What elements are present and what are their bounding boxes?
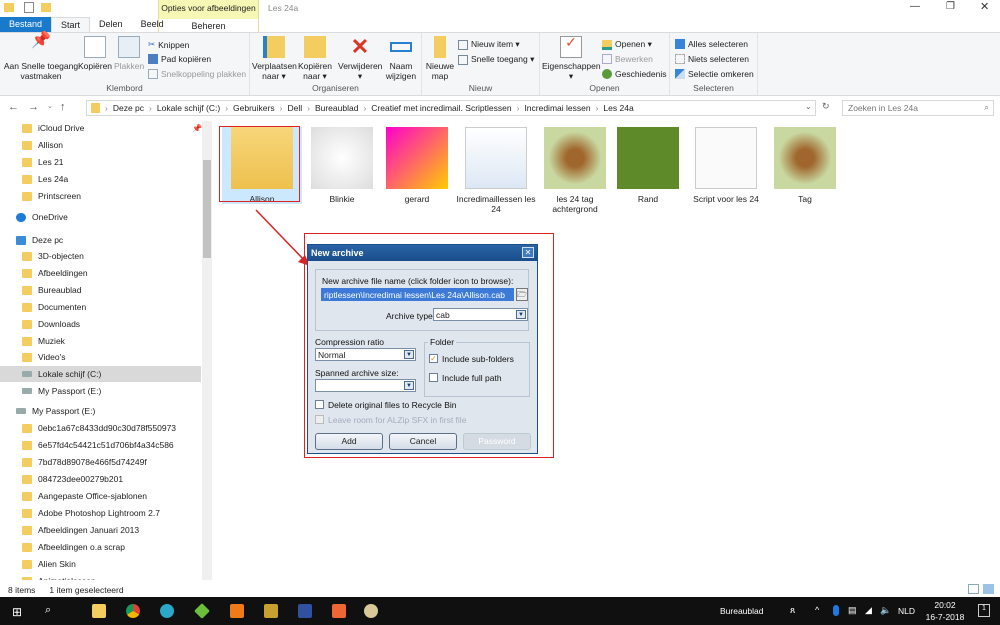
notifications-icon[interactable]: 1 — [978, 604, 990, 617]
dialog-close-button[interactable]: ✕ — [522, 247, 534, 258]
selection-count: 1 item geselecteerd — [49, 584, 124, 595]
taskbar: ⊞ ⌕ Bureaublad ጸ ^ ▤ ◢ 🔈 NLD 20:02 16-7-2… — [0, 597, 1000, 625]
app-icon[interactable] — [264, 604, 278, 618]
item-count: 8 items — [8, 584, 36, 595]
alzip-icon[interactable] — [364, 604, 378, 618]
network-icon[interactable]: ▤ — [848, 605, 857, 616]
include-full-path-label: Include full path — [442, 373, 502, 383]
delete-original-checkbox[interactable] — [315, 400, 324, 409]
folder-group — [424, 342, 530, 397]
chevron-down-icon: ▼ — [516, 310, 526, 319]
include-full-path-checkbox[interactable] — [429, 373, 438, 382]
details-view-icon[interactable] — [968, 584, 979, 594]
compression-ratio-label: Compression ratio — [315, 337, 384, 347]
search-icon[interactable]: ⌕ — [45, 604, 51, 617]
volume-icon[interactable]: 🔈 — [880, 605, 891, 616]
folder-group-label: Folder — [428, 337, 457, 347]
compression-ratio-select[interactable]: Normal ▼ — [315, 348, 416, 361]
archive-type-value: cab — [436, 310, 450, 320]
leave-room-label: Leave room for ALZip SFX in first file — [328, 415, 467, 425]
time: 20:02 — [934, 600, 956, 610]
mail-icon[interactable] — [230, 604, 244, 618]
app-icon[interactable] — [332, 604, 346, 618]
cancel-button[interactable]: Cancel — [389, 433, 457, 450]
add-button[interactable]: Add — [315, 433, 383, 450]
large-icons-view-icon[interactable] — [983, 584, 994, 594]
chevron-down-icon: ▼ — [404, 381, 414, 390]
browse-folder-icon[interactable]: 🗁 — [516, 288, 528, 301]
compression-ratio-value: Normal — [318, 350, 346, 360]
language-indicator[interactable]: NLD — [898, 606, 915, 616]
chevron-down-icon: ▼ — [404, 350, 414, 359]
spanned-size-select[interactable]: ▼ — [315, 379, 416, 392]
status-bar: 8 items 1 item geselecteerd — [0, 582, 1000, 597]
chrome-icon[interactable] — [126, 604, 140, 618]
include-subfolders-label: Include sub-folders — [442, 354, 514, 364]
password-button: Password — [463, 433, 531, 450]
toolbar-label[interactable]: Bureaublad — [720, 606, 763, 616]
file-name-label: New archive file name (click folder icon… — [322, 276, 514, 286]
people-icon[interactable]: ጸ — [790, 605, 795, 616]
spanned-size-label: Spanned archive size: — [315, 368, 399, 378]
include-subfolders-checkbox[interactable]: ✓ — [429, 354, 438, 363]
archive-type-select[interactable]: cab ▼ — [433, 308, 528, 321]
leave-room-checkbox — [315, 415, 324, 424]
delete-original-label: Delete original files to Recycle Bin — [328, 400, 457, 410]
app-icon[interactable] — [194, 603, 210, 619]
dialog-title: New archive — [308, 245, 537, 261]
bluetooth-icon[interactable] — [833, 605, 839, 616]
file-name-input[interactable]: riptlessen\Incredimai lessen\Les 24a\All… — [321, 288, 514, 301]
new-archive-dialog: New archive ✕ New archive file name (cli… — [307, 244, 538, 454]
clock[interactable]: 20:02 16-7-2018 — [925, 600, 965, 622]
chevron-up-icon[interactable]: ^ — [815, 605, 819, 615]
file-explorer-icon[interactable] — [92, 604, 106, 618]
archive-type-label: Archive type — [386, 311, 433, 321]
date: 16-7-2018 — [925, 612, 965, 622]
app-icon[interactable] — [298, 604, 312, 618]
app-icon[interactable] — [160, 604, 174, 618]
wifi-icon[interactable]: ◢ — [865, 605, 872, 616]
notification-count: 1 — [982, 605, 986, 612]
windows-start-icon[interactable]: ⊞ — [12, 605, 22, 619]
